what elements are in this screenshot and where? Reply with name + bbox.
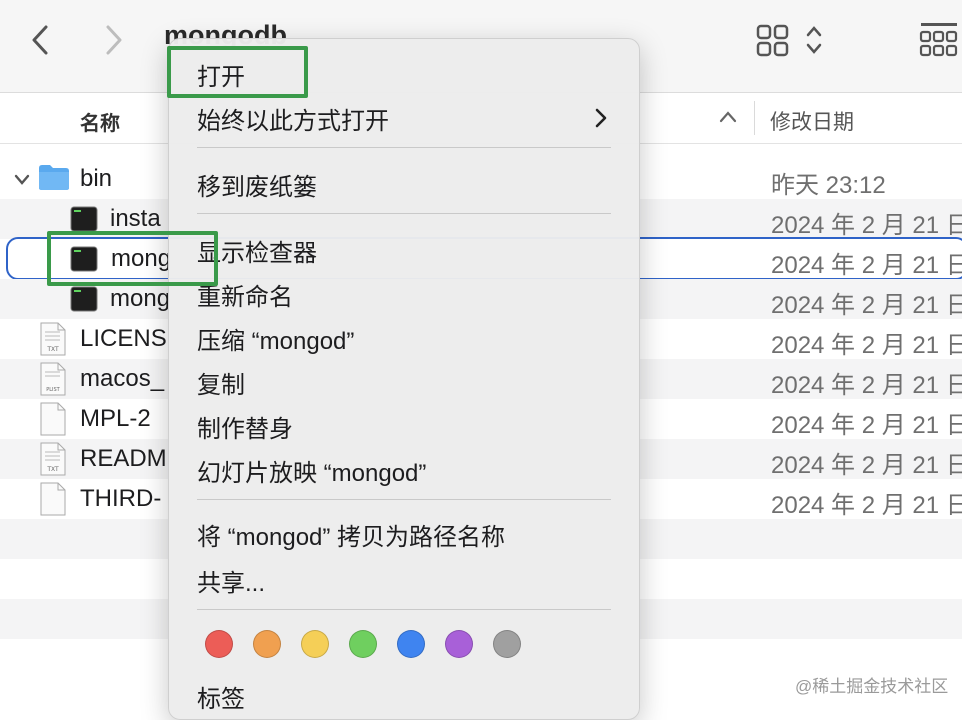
- view-options-chevron-icon[interactable]: [804, 22, 824, 58]
- menu-item-make-alias[interactable]: 制作替身: [197, 409, 293, 444]
- file-date: 昨天 23:12: [771, 172, 886, 199]
- tag-red[interactable]: [205, 630, 233, 658]
- group-by-icon[interactable]: [918, 20, 962, 60]
- file-date: 2024 年 2 月 21 日: [771, 292, 962, 319]
- menu-separator: [197, 609, 611, 610]
- file-name: THIRD-: [80, 485, 162, 512]
- disclosure-triangle-icon[interactable]: [12, 169, 32, 189]
- plist-document-icon: PLIST: [40, 362, 66, 401]
- menu-separator: [197, 213, 611, 214]
- svg-text:TXT: TXT: [46, 466, 59, 473]
- folder-icon: [38, 163, 70, 196]
- menu-item-copy-path[interactable]: 将 “mongod” 拷贝为路径名称: [197, 517, 505, 552]
- menu-item-move-to-trash[interactable]: 移到废纸篓: [197, 167, 317, 202]
- file-name: mong: [110, 285, 171, 312]
- file-date: 2024 年 2 月 21 日: [771, 492, 962, 519]
- file-name: LICENS: [80, 325, 167, 352]
- watermark: @稀土掘金技术社区: [795, 677, 949, 696]
- file-name: MPL-2: [80, 405, 151, 432]
- menu-separator: [197, 147, 611, 148]
- file-name: READM: [80, 445, 167, 472]
- tag-purple[interactable]: [445, 630, 473, 658]
- terminal-exec-icon: [70, 286, 98, 317]
- chevron-up-icon: [716, 107, 740, 127]
- menu-item-compress[interactable]: 压缩 “mongod”: [197, 321, 354, 356]
- file-name: bin: [80, 165, 113, 192]
- highlight-box-open: [167, 46, 308, 98]
- text-document-icon: TXT: [40, 442, 66, 481]
- blank-document-icon: [40, 402, 66, 441]
- tag-blue[interactable]: [397, 630, 425, 658]
- file-date: 2024 年 2 月 21 日: [771, 212, 962, 239]
- column-name[interactable]: 名称: [80, 107, 120, 136]
- menu-item-share[interactable]: 共享...: [197, 563, 265, 598]
- tag-orange[interactable]: [253, 630, 281, 658]
- menu-item-quick-look[interactable]: 幻灯片放映 “mongod”: [197, 453, 426, 488]
- chevron-left-icon[interactable]: [26, 22, 56, 58]
- grid-view-icon[interactable]: [755, 22, 791, 58]
- blank-document-icon: [40, 482, 66, 521]
- tag-yellow[interactable]: [301, 630, 329, 658]
- menu-item-open-with[interactable]: 始终以此方式打开: [197, 101, 389, 136]
- menu-separator: [197, 499, 611, 500]
- file-date: 2024 年 2 月 21 日: [771, 372, 962, 399]
- file-date: 2024 年 2 月 21 日: [771, 412, 962, 439]
- file-name: insta: [110, 205, 161, 232]
- menu-item-duplicate[interactable]: 复制: [197, 365, 245, 400]
- column-date-modified[interactable]: 修改日期: [770, 106, 854, 136]
- tag-green[interactable]: [349, 630, 377, 658]
- file-date: 2024 年 2 月 21 日: [771, 332, 962, 359]
- context-menu: 打开 始终以此方式打开 移到废纸篓 显示检查器 重新命名 压缩 “mongod”…: [168, 38, 640, 720]
- svg-text:TXT: TXT: [46, 346, 59, 353]
- chevron-right-icon: [593, 107, 609, 129]
- chevron-right-icon[interactable]: [98, 22, 128, 58]
- file-date: 2024 年 2 月 21 日: [771, 252, 962, 279]
- text-document-icon: TXT: [40, 322, 66, 361]
- file-date: 2024 年 2 月 21 日: [771, 452, 962, 479]
- file-name: macos_: [80, 365, 165, 392]
- column-divider[interactable]: [754, 101, 755, 135]
- svg-text:PLIST: PLIST: [46, 387, 60, 393]
- menu-item-tags[interactable]: 标签: [197, 679, 245, 714]
- highlight-box-file: [47, 231, 218, 286]
- tag-gray[interactable]: [493, 630, 521, 658]
